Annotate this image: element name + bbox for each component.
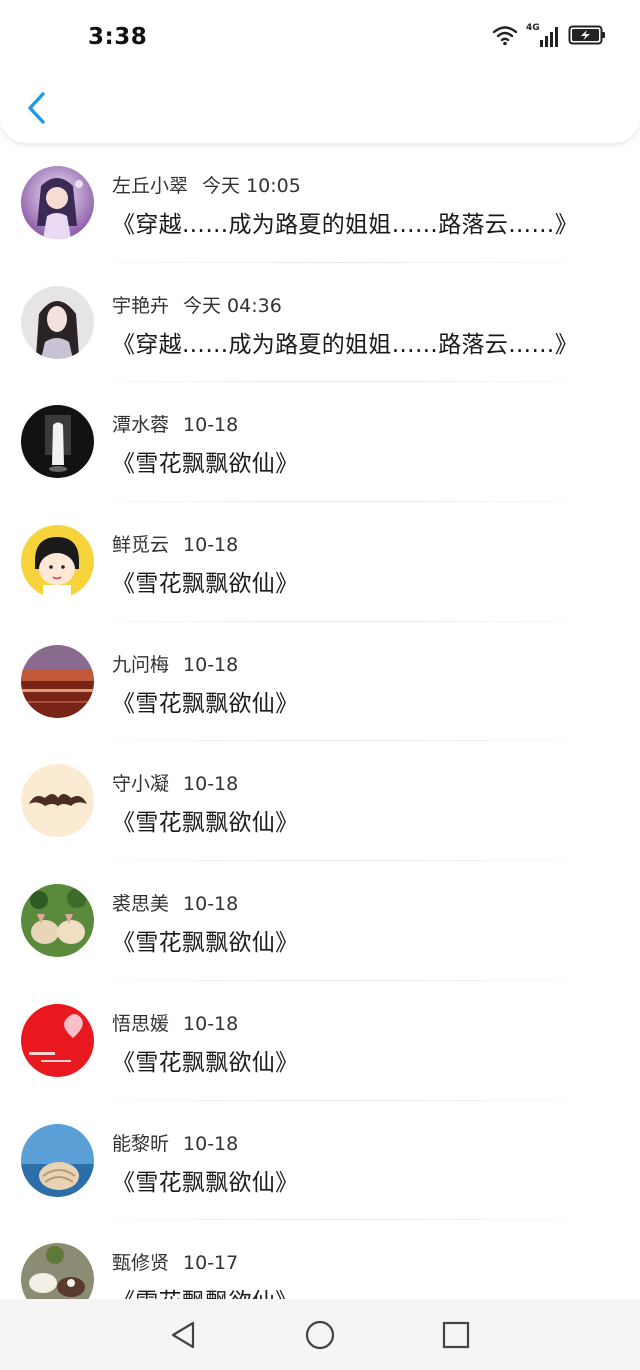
chevron-left-icon	[28, 92, 45, 124]
list-item[interactable]: 宇艳卉 今天 04:36 《穿越……成为路夏的姐姐……路落云……》	[0, 263, 640, 383]
nav-home-button[interactable]	[303, 1318, 337, 1352]
sender-name: 九问梅	[112, 653, 170, 676]
app-header: 3:38 4G	[0, 0, 640, 143]
message-list: 左丘小翠 今天 10:05 《穿越……成为路夏的姐姐……路落云……》 宇艳卉 今天 …	[0, 143, 640, 1299]
item-meta: 宇艳卉 今天 04:36	[112, 291, 282, 318]
item-time: 10-17	[183, 1252, 239, 1275]
item-time: 10-18	[183, 534, 239, 557]
sender-name: 左丘小翠	[112, 175, 189, 197]
item-time: 10-18	[183, 653, 239, 676]
home-circle-icon	[305, 1320, 335, 1350]
nav-back-button[interactable]	[166, 1318, 200, 1352]
item-meta: 鲜觅云 10-18	[112, 530, 238, 557]
list-item[interactable]: 潭水蓉 10-18 《雪花飘飘欲仙》	[0, 382, 640, 503]
system-nav-bar	[0, 1299, 640, 1370]
list-item[interactable]: 悟思媛 10-18 《雪花飘飘欲仙》	[0, 981, 640, 1101]
list-item[interactable]: 左丘小翠 今天 10:05 《穿越……成为路夏的姐姐……路落云……》	[0, 143, 640, 263]
item-time: 10-18	[183, 1012, 239, 1035]
item-title: 《雪花飘飘欲仙》	[112, 1282, 298, 1299]
avatar[interactable]	[21, 405, 94, 479]
list-item[interactable]: 九问梅 10-18 《雪花飘飘欲仙》	[0, 622, 640, 742]
item-meta: 能黎昕 10-18	[112, 1129, 238, 1156]
avatar[interactable]	[21, 644, 94, 718]
item-time: 10-18	[183, 773, 239, 796]
battery-charging-icon	[568, 24, 606, 50]
list-item[interactable]: 裘思美 10-18 《雪花飘飘欲仙》	[0, 861, 640, 981]
sender-name: 守小凝	[112, 773, 170, 796]
list-item[interactable]: 鲜觅云 10-18 《雪花飘飘欲仙》	[0, 502, 640, 622]
avatar[interactable]	[21, 1243, 94, 1299]
nav-recents-button[interactable]	[439, 1318, 473, 1352]
sender-name: 能黎昕	[112, 1132, 170, 1155]
item-meta: 裘思美 10-18	[112, 889, 238, 916]
item-title: 《雪花飘飘欲仙》	[112, 810, 299, 837]
avatar[interactable]	[21, 1003, 94, 1077]
avatar[interactable]	[21, 285, 94, 359]
avatar[interactable]	[21, 764, 94, 838]
sender-name: 悟思媛	[112, 1012, 170, 1035]
item-time: 10-18	[183, 1132, 239, 1155]
item-meta: 九问梅 10-18	[112, 650, 238, 677]
item-meta: 左丘小翠 今天 10:05	[112, 171, 301, 198]
item-meta: 悟思媛 10-18	[112, 1009, 238, 1036]
item-time: 今天 04:36	[183, 294, 282, 317]
item-meta: 潭水蓉 10-18	[112, 410, 238, 437]
item-meta: 守小凝 10-18	[112, 769, 238, 796]
list-item[interactable]: 守小凝 10-18 《雪花飘飘欲仙》	[0, 741, 640, 862]
status-icons: 4G	[492, 23, 606, 50]
sender-name: 潭水蓉	[112, 414, 170, 437]
item-time: 10-18	[183, 893, 239, 916]
status-time: 3:38	[88, 24, 148, 50]
list-item[interactable]: 能黎昕 10-18 《雪花飘飘欲仙》	[0, 1101, 640, 1221]
item-title: 《穿越……成为路夏的姐姐……路落云……》	[112, 212, 578, 238]
sender-name: 鲜觅云	[112, 534, 170, 557]
avatar[interactable]	[21, 166, 94, 239]
item-title: 《雪花飘飘欲仙》	[112, 1049, 299, 1076]
item-title: 《雪花飘飘欲仙》	[112, 571, 299, 598]
signal-4g-icon: 4G	[526, 23, 560, 49]
item-time: 今天 10:05	[202, 175, 301, 197]
sender-name: 甄修贤	[112, 1252, 170, 1275]
avatar[interactable]	[21, 1123, 94, 1197]
item-time: 10-18	[183, 414, 239, 437]
list-item[interactable]: 甄修贤 10-17 《雪花飘飘欲仙》	[0, 1220, 640, 1299]
sender-name: 裘思美	[112, 893, 170, 916]
avatar[interactable]	[21, 525, 94, 599]
item-title: 《雪花飘飘欲仙》	[112, 451, 299, 478]
recents-square-icon	[442, 1321, 470, 1349]
item-title: 《雪花飘飘欲仙》	[112, 1169, 299, 1196]
sender-name: 宇艳卉	[112, 294, 170, 317]
item-meta: 甄修贤 10-17	[112, 1248, 238, 1275]
back-triangle-icon	[171, 1321, 195, 1349]
back-button[interactable]	[20, 88, 52, 128]
wifi-icon	[492, 24, 518, 50]
item-title: 《穿越……成为路夏的姐姐……路落云……》	[112, 331, 578, 358]
avatar[interactable]	[21, 884, 94, 958]
item-title: 《雪花飘飘欲仙》	[112, 690, 299, 717]
item-title: 《雪花飘飘欲仙》	[112, 930, 299, 957]
